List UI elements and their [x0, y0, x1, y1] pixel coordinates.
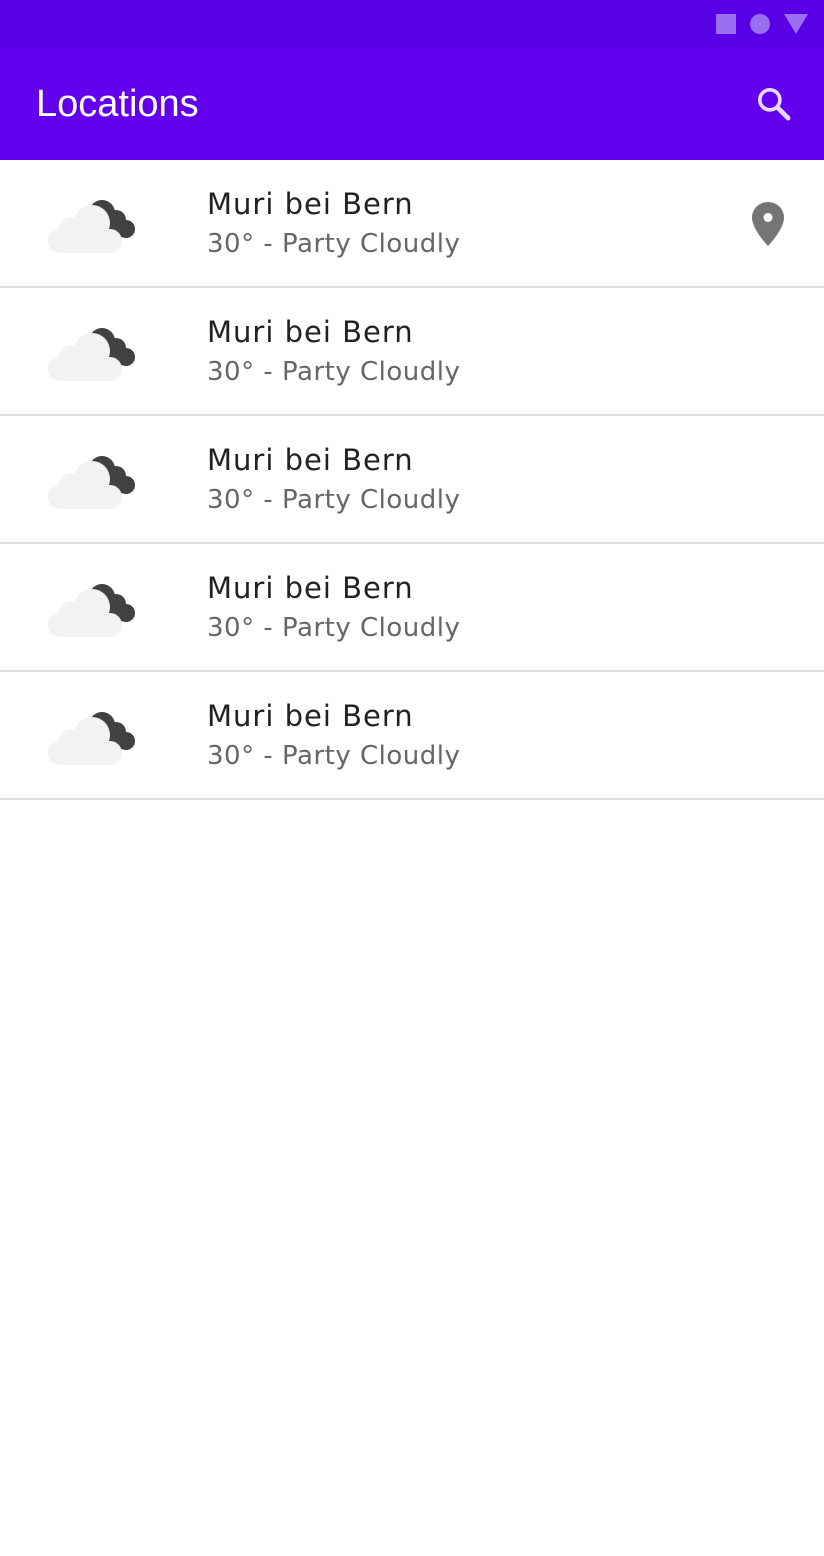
location-item[interactable]: Muri bei Bern 30° - Party Cloudly — [0, 672, 824, 800]
app-bar: Locations — [0, 48, 824, 160]
location-name: Muri bei Bern — [207, 187, 414, 221]
search-button[interactable] — [746, 76, 802, 132]
weather-summary: 30° - Party Cloudly — [207, 229, 461, 259]
location-pin-icon — [752, 202, 784, 246]
square-icon — [716, 14, 736, 34]
weather-summary: 30° - Party Cloudly — [207, 357, 461, 387]
locations-list: Muri bei Bern 30° - Party Cloudly Muri b… — [0, 160, 824, 800]
location-item[interactable]: Muri bei Bern 30° - Party Cloudly — [0, 160, 824, 288]
weather-summary: 30° - Party Cloudly — [207, 485, 461, 515]
search-icon — [758, 88, 791, 121]
location-name: Muri bei Bern — [207, 571, 414, 605]
location-item[interactable]: Muri bei Bern 30° - Party Cloudly — [0, 544, 824, 672]
partly-cloudy-icon — [48, 712, 135, 765]
weather-summary: 30° - Party Cloudly — [207, 613, 461, 643]
location-item[interactable]: Muri bei Bern 30° - Party Cloudly — [0, 416, 824, 544]
location-name: Muri bei Bern — [207, 699, 414, 733]
location-name: Muri bei Bern — [207, 315, 414, 349]
partly-cloudy-icon — [48, 200, 135, 253]
status-bar — [0, 0, 824, 48]
partly-cloudy-icon — [48, 584, 135, 637]
location-name: Muri bei Bern — [207, 443, 414, 477]
partly-cloudy-icon — [48, 456, 135, 509]
circle-icon — [750, 14, 770, 34]
weather-summary: 30° - Party Cloudly — [207, 741, 461, 771]
partly-cloudy-icon — [48, 328, 135, 381]
triangle-icon — [784, 14, 808, 34]
location-item[interactable]: Muri bei Bern 30° - Party Cloudly — [0, 288, 824, 416]
page-title: Locations — [36, 82, 199, 125]
